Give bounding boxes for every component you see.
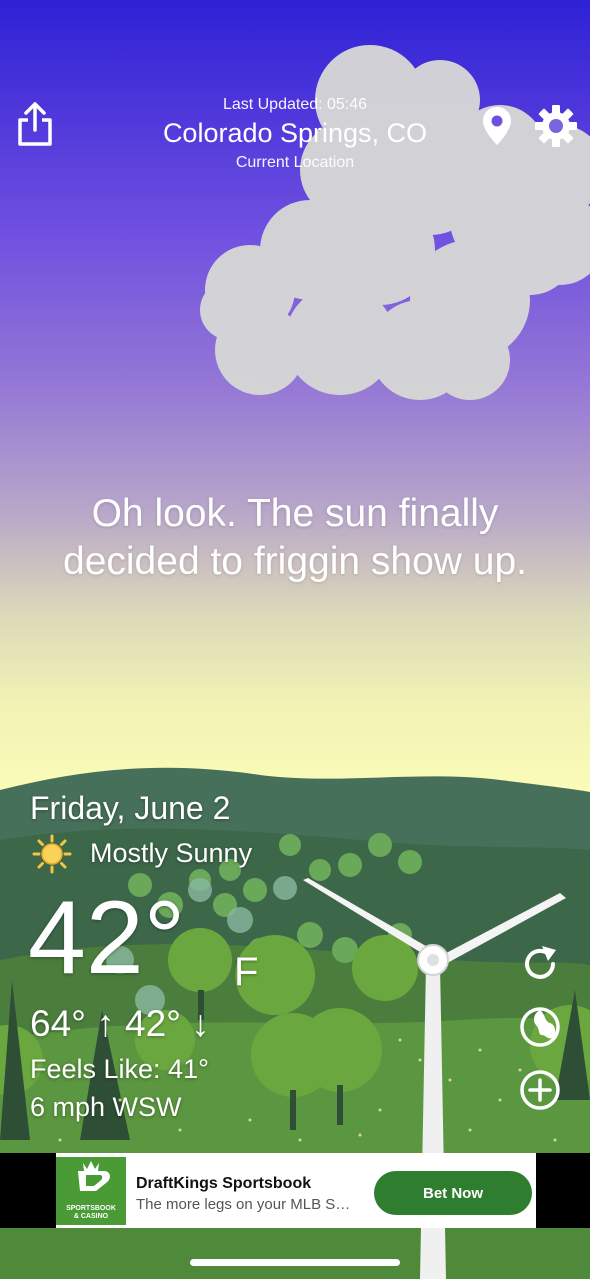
- high-low: 64° ↑ 42° ↓: [30, 1003, 210, 1044]
- sun-icon: [32, 834, 72, 874]
- add-icon: [520, 1070, 560, 1110]
- radar-button[interactable]: [518, 1005, 562, 1049]
- ad-title: DraftKings Sportsbook: [136, 1175, 312, 1192]
- ad-content[interactable]: SPORTSBOOK & CASINO DraftKings Sportsboo…: [56, 1153, 536, 1228]
- radar-icon: [520, 1007, 560, 1047]
- ad-banner[interactable]: SPORTSBOOK & CASINO DraftKings Sportsboo…: [0, 1153, 590, 1228]
- feels-like: Feels Like: 41°: [30, 1054, 209, 1084]
- temperature-unit[interactable]: F: [234, 950, 258, 995]
- location-label: Current Location: [235, 154, 355, 171]
- gear-icon: [535, 105, 577, 147]
- location-button[interactable]: [482, 106, 512, 146]
- draftkings-logo: SPORTSBOOK & CASINO: [56, 1157, 126, 1225]
- weather-message: Oh look. The sun finally decided to frig…: [63, 492, 527, 583]
- refresh-button[interactable]: [518, 942, 562, 986]
- location-pin-icon: [483, 107, 511, 145]
- home-indicator[interactable]: [190, 1259, 400, 1266]
- forecast-date: Friday, June 2: [30, 790, 231, 826]
- condition-text: Mostly Sunny: [90, 838, 253, 868]
- ad-subtitle: The more legs on your MLB S…: [136, 1196, 351, 1213]
- logo-text-1: SPORTSBOOK: [66, 1205, 116, 1212]
- wind-info: 6 mph WSW: [30, 1092, 182, 1122]
- logo-text-2: & CASINO: [73, 1213, 109, 1220]
- settings-button[interactable]: [534, 104, 578, 148]
- add-location-button[interactable]: [518, 1068, 562, 1112]
- current-temperature: 42°: [28, 880, 186, 996]
- refresh-icon: [525, 946, 556, 979]
- landscape: [0, 767, 590, 1279]
- bet-now-button[interactable]: Bet Now: [374, 1171, 532, 1215]
